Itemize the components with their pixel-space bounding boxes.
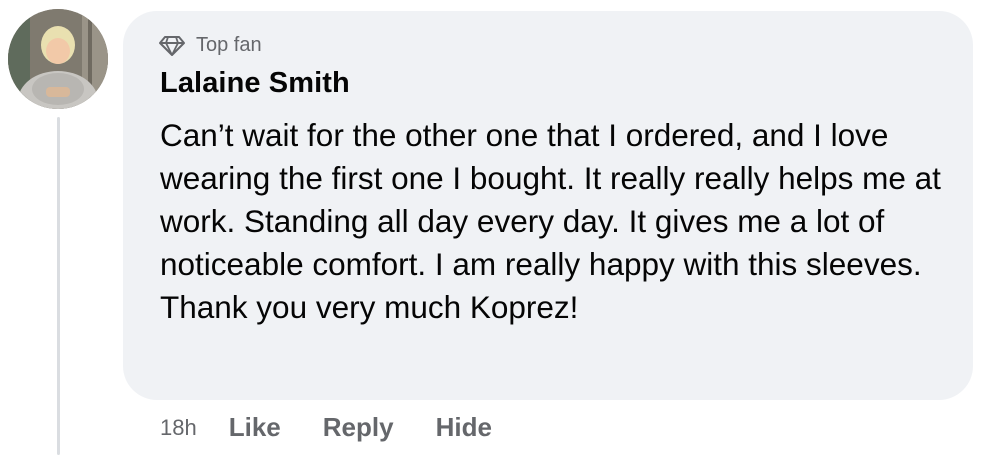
author-name[interactable]: Lalaine Smith (160, 67, 350, 100)
reply-button[interactable]: Reply (323, 412, 394, 443)
top-fan-badge: Top fan (158, 34, 262, 57)
avatar-image (8, 9, 108, 109)
timestamp[interactable]: 18h (160, 415, 197, 441)
comment-text: Can’t wait for the other one that I orde… (160, 117, 941, 325)
hide-button[interactable]: Hide (436, 412, 492, 443)
comment-actions: 18h Like Reply Hide (160, 412, 492, 443)
thread-line (57, 117, 60, 455)
avatar[interactable] (8, 9, 108, 109)
comment: Top fan Lalaine Smith Can’t wait for the… (0, 0, 1000, 455)
badge-label: Top fan (196, 34, 262, 56)
like-button[interactable]: Like (229, 412, 281, 443)
diamond-icon (158, 35, 186, 57)
